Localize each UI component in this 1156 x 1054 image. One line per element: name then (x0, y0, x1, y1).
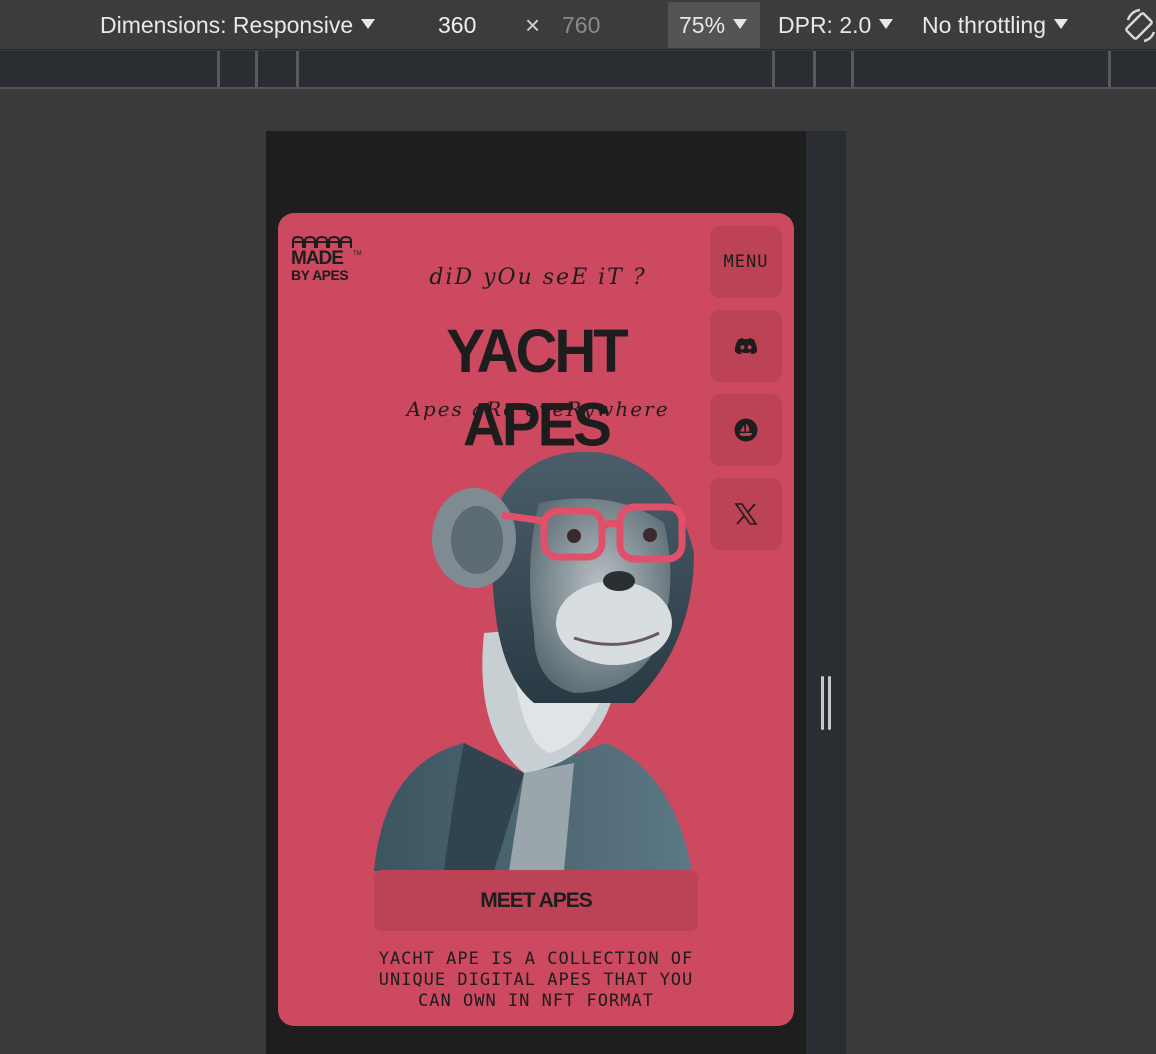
x-twitter-button[interactable] (710, 478, 782, 550)
opensea-icon (734, 418, 758, 442)
x-icon (734, 503, 758, 525)
logo-line1: MADE (291, 248, 344, 269)
description-text: YACHT APE IS A COLLECTION OF UNIQUE DIGI… (378, 949, 694, 1011)
page-title: YACHT APES (446, 317, 628, 460)
throttling-dropdown[interactable]: No throttling (922, 9, 1069, 41)
made-by-apes-logo[interactable]: MADE TM BY APES (291, 235, 363, 287)
ruler-tick[interactable] (851, 51, 854, 87)
ape-illustration (374, 451, 694, 871)
devtools-toolbar: Dimensions: Responsive 360 × 760 75% DPR… (0, 0, 1156, 50)
discord-button[interactable] (710, 310, 782, 382)
hero-card: MADE TM BY APES diD yOu seE iT ? YACHT A… (278, 213, 794, 1026)
dimensions-dropdown[interactable]: Dimensions: Responsive (100, 9, 376, 41)
zoom-dropdown[interactable]: 75% (679, 9, 748, 41)
subtitle: Apes aRe eveRywhere (406, 397, 670, 421)
zoom-value: 75% (679, 12, 726, 38)
logo-line2: BY APES (291, 267, 349, 283)
ruler-tick[interactable] (255, 51, 258, 87)
caret-down-icon (1054, 19, 1069, 29)
resize-handle[interactable] (820, 676, 832, 730)
caret-down-icon (361, 19, 376, 29)
opensea-button[interactable] (710, 394, 782, 466)
ruler-tick[interactable] (217, 51, 220, 87)
caret-down-icon (879, 19, 894, 29)
throttling-label: No throttling (922, 12, 1047, 38)
ruler-tick[interactable] (772, 51, 775, 87)
ruler-tick[interactable] (813, 51, 816, 87)
width-input[interactable]: 360 (438, 9, 476, 41)
rotate-icon[interactable] (1124, 6, 1156, 44)
menu-label: MENU (723, 252, 769, 272)
meet-apes-button[interactable]: MEET APES (374, 870, 698, 931)
times-sign: × (525, 10, 541, 40)
dimensions-label: Dimensions: Responsive (100, 12, 354, 38)
height-input[interactable]: 760 (562, 9, 600, 41)
dpr-label: DPR: 2.0 (778, 12, 872, 38)
media-query-ruler (0, 51, 1156, 89)
apes-heads-icon (292, 235, 352, 248)
tagline: diD yOu seE iT ? (429, 265, 647, 290)
ruler-tick[interactable] (1108, 51, 1111, 87)
menu-button[interactable]: MENU (710, 226, 782, 298)
resize-panel (806, 131, 846, 1054)
logo-tm: TM (353, 251, 362, 257)
caret-down-icon (733, 19, 748, 29)
dpr-dropdown[interactable]: DPR: 2.0 (778, 9, 894, 41)
discord-icon (735, 338, 757, 354)
ruler-tick[interactable] (296, 51, 299, 87)
